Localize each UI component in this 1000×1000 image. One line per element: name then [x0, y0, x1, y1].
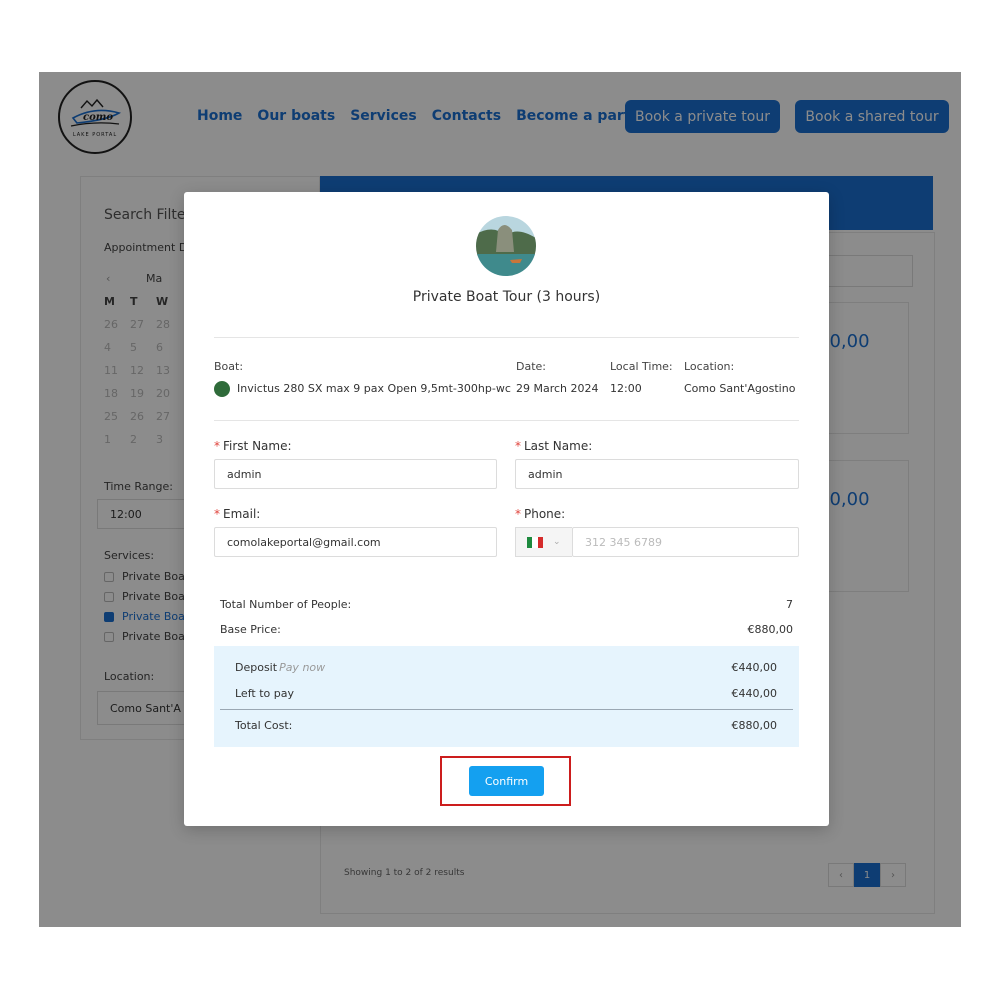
first-name-label-text: First Name:: [223, 439, 292, 453]
required-mark: *: [214, 507, 220, 521]
first-name-input[interactable]: admin: [214, 459, 497, 489]
required-mark: *: [515, 439, 521, 453]
left-to-pay-label: Left to pay: [235, 687, 294, 700]
email-label-text: Email:: [223, 507, 261, 521]
divider: [220, 709, 793, 710]
tour-thumbnail: [476, 216, 536, 276]
required-mark: *: [214, 439, 220, 453]
phone-label: * Phone:: [515, 507, 565, 521]
email-label: * Email:: [214, 507, 260, 521]
base-price-row: Base Price: €880,00: [220, 623, 793, 636]
location-label: Location:: [684, 360, 735, 373]
country-code-select[interactable]: ⌄: [515, 527, 572, 557]
local-time-value: 12:00: [610, 382, 642, 395]
deposit-note: Pay now: [279, 661, 326, 674]
chevron-down-icon: ⌄: [553, 537, 561, 547]
people-row: Total Number of People: 7: [220, 598, 793, 611]
payment-summary: Deposit Pay now €440,00 Left to pay €440,…: [214, 646, 799, 747]
last-name-label: * Last Name:: [515, 439, 592, 453]
total-cost-value: €880,00: [731, 719, 778, 732]
last-name-label-text: Last Name:: [524, 439, 593, 453]
left-to-pay-value: €440,00: [731, 687, 778, 700]
phone-input[interactable]: 312 345 6789: [572, 527, 799, 557]
deposit-value: €440,00: [731, 661, 778, 674]
email-input[interactable]: comolakeportal@gmail.com: [214, 527, 497, 557]
phone-label-text: Phone:: [524, 507, 566, 521]
people-value: 7: [786, 598, 793, 611]
deposit-row: Deposit Pay now €440,00: [235, 661, 777, 674]
date-label: Date:: [516, 360, 546, 373]
location-value: Como Sant'Agostino: [684, 382, 796, 395]
boat-label: Boat:: [214, 360, 244, 373]
left-to-pay-row: Left to pay €440,00: [235, 687, 777, 700]
booking-modal: Private Boat Tour (3 hours) Boat: Invict…: [184, 192, 829, 826]
italy-flag-icon: [527, 536, 543, 548]
total-cost-row: Total Cost: €880,00: [235, 719, 777, 732]
boat-avatar-icon: [214, 381, 230, 397]
local-time-label: Local Time:: [610, 360, 673, 373]
divider: [214, 420, 799, 421]
people-label: Total Number of People:: [220, 598, 352, 611]
boat-value: Invictus 280 SX max 9 pax Open 9,5mt-300…: [237, 382, 511, 395]
first-name-label: * First Name:: [214, 439, 292, 453]
base-price-label: Base Price:: [220, 623, 281, 636]
base-price-value: €880,00: [747, 623, 794, 636]
required-mark: *: [515, 507, 521, 521]
deposit-label: Deposit: [235, 661, 278, 674]
date-value: 29 March 2024: [516, 382, 599, 395]
total-cost-label: Total Cost:: [235, 719, 293, 732]
highlight-box: [440, 756, 571, 806]
divider: [214, 337, 799, 338]
last-name-input[interactable]: admin: [515, 459, 799, 489]
modal-title: Private Boat Tour (3 hours): [412, 289, 601, 305]
